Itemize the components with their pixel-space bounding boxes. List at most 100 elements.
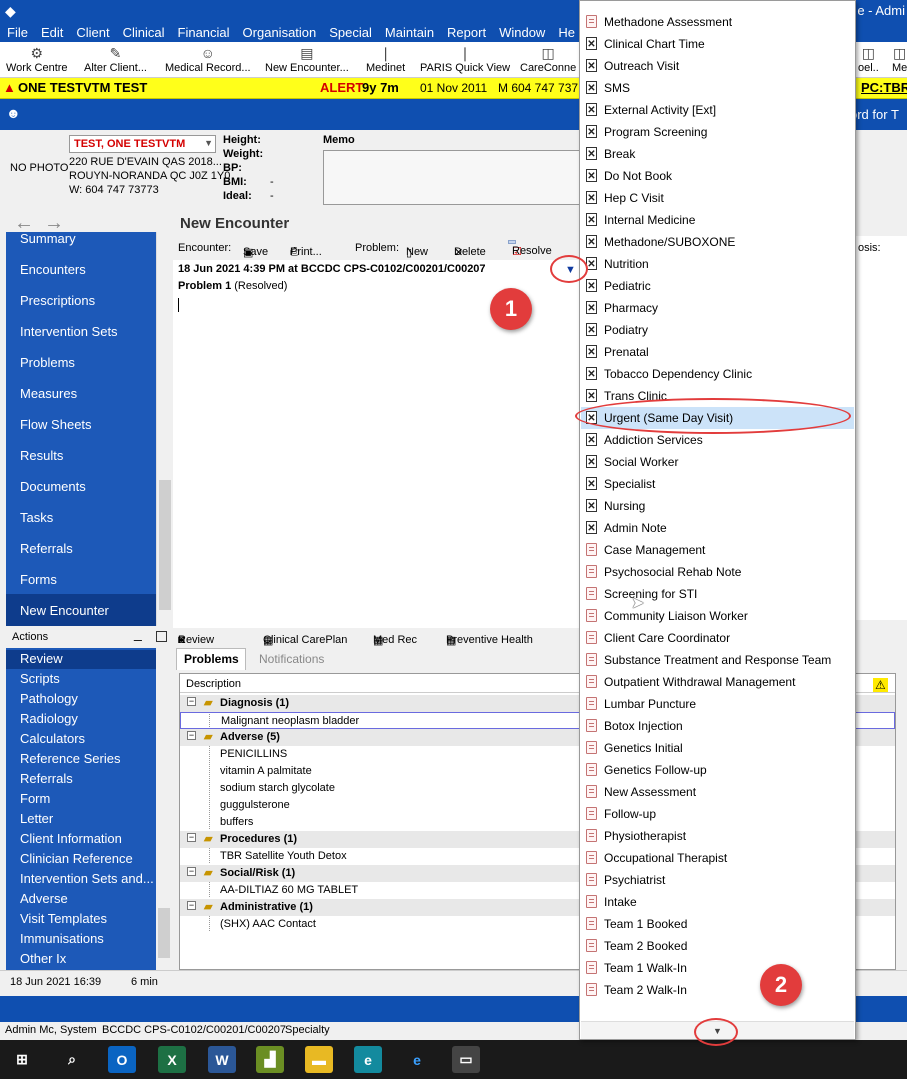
dropdown-item[interactable]: ✕ External Activity [Ext] [581,99,854,121]
menu-financial[interactable]: Financial [178,25,230,40]
action-calculators[interactable]: Calculators [20,731,85,746]
dropdown-item[interactable]: Genetics Initial [581,737,854,759]
dropdown-item[interactable]: ✕ Outreach Visit [581,55,854,77]
dropdown-item[interactable]: ✕ Prenatal [581,341,854,363]
patient-select[interactable]: TEST, ONE TESTVTM ▼ [69,135,216,153]
work-centre-button[interactable]: ⚙ Work Centre [6,44,68,74]
action-reference-series[interactable]: Reference Series [20,751,120,766]
alter-client-button[interactable]: ✎ Alter Client... [84,44,147,74]
dropdown-item[interactable]: ✕ Nursing [581,495,854,517]
medical-record-button[interactable]: ☺ Medical Record... [165,44,251,74]
dropdown-item[interactable]: Client Care Coordinator [581,627,854,649]
alert-label[interactable]: ALERT [320,80,363,95]
dropdown-item[interactable]: Psychiatrist [581,869,854,891]
menu-clinical[interactable]: Clinical [123,25,165,40]
dropdown-item[interactable]: ✕ Break [581,143,854,165]
sidebar-item-forms[interactable]: Forms [20,572,57,587]
dropdown-item[interactable]: Occupational Therapist [581,847,854,869]
tab-problems[interactable]: Problems [176,648,246,670]
word-icon[interactable]: W [208,1046,236,1073]
menu-edit[interactable]: Edit [41,25,63,40]
medinet-button[interactable]: ❘ Medinet [366,44,405,74]
menu-organisation[interactable]: Organisation [243,25,317,40]
sidebar-item-results[interactable]: Results [20,448,63,463]
dropdown-item[interactable]: Team 2 Booked [581,935,854,957]
memo-box[interactable] [323,150,585,205]
sidebar-scrollbar[interactable] [156,232,172,626]
sidebar-item-tasks[interactable]: Tasks [20,510,53,525]
scroll-thumb[interactable] [159,480,171,610]
dropdown-item[interactable]: ✕ Pharmacy [581,297,854,319]
minimize-icon[interactable]: _ [134,625,142,641]
menu-special[interactable]: Special [329,25,372,40]
action-adverse[interactable]: Adverse [20,891,68,906]
dropdown-item[interactable]: Substance Treatment and Response Team [581,649,854,671]
dropdown-item[interactable]: Case Management [581,539,854,561]
collapse-icon[interactable]: − [187,867,196,876]
scroll-thumb[interactable] [158,908,170,958]
action-intervention-sets[interactable]: Intervention Sets and... [20,871,154,886]
dropdown-item[interactable]: ✕ Tobacco Dependency Clinic [581,363,854,385]
tab-notifications[interactable]: Notifications [259,652,324,666]
action-other-ix[interactable]: Other Ix [20,951,66,966]
dropdown-item[interactable]: Lumbar Puncture [581,693,854,715]
dropdown-item[interactable]: Team 2 Walk-In [581,979,854,1001]
menu-report[interactable]: Report [447,25,486,40]
search-icon[interactable]: ⌕ [58,1046,86,1073]
dropdown-item[interactable]: Screening for STI [581,583,854,605]
file-explorer-icon[interactable]: ▬ [305,1046,333,1073]
excel-icon[interactable]: X [158,1046,186,1073]
dropdown-item[interactable]: ✕ Internal Medicine [581,209,854,231]
action-pathology[interactable]: Pathology [20,691,78,706]
sidebar-item-measures[interactable]: Measures [20,386,77,401]
dropdown-item[interactable]: Intake [581,891,854,913]
menu-maintain[interactable]: Maintain [385,25,434,40]
menu-file[interactable]: File [7,25,28,40]
action-visit-templates[interactable]: Visit Templates [20,911,107,926]
dropdown-item[interactable]: Community Liaison Worker [581,605,854,627]
sidebar-item-prescriptions[interactable]: Prescriptions [20,293,95,308]
dropdown-item[interactable]: ✕ Hep C Visit [581,187,854,209]
sidebar-item-intervention-sets[interactable]: Intervention Sets [20,324,118,339]
chart-app-icon[interactable]: ▟ [256,1046,284,1073]
action-form[interactable]: Form [20,791,50,806]
app-window-icon[interactable]: ▭ [452,1046,480,1073]
dropdown-item[interactable]: ✕ Social Worker [581,451,854,473]
dropdown-item[interactable]: ✕ Pediatric [581,275,854,297]
action-review[interactable]: Review [20,651,63,666]
action-radiology[interactable]: Radiology [20,711,78,726]
collapse-icon[interactable]: − [187,901,196,910]
action-immunisations[interactable]: Immunisations [20,931,104,946]
action-referrals[interactable]: Referrals [20,771,73,786]
dropdown-item[interactable]: Follow-up [581,803,854,825]
dropdown-item[interactable]: Physiotherapist [581,825,854,847]
toolbar-button-9[interactable]: ◫ Me [892,44,907,74]
dropdown-item[interactable]: Methadone Assessment [581,11,854,33]
menu-client[interactable]: Client [76,25,109,40]
dropdown-item[interactable]: ✕ Nutrition [581,253,854,275]
action-client-information[interactable]: Client Information [20,831,122,846]
sidebar-item-flow-sheets[interactable]: Flow Sheets [20,417,92,432]
dropdown-item[interactable]: ✕ Methadone/SUBOXONE [581,231,854,253]
internet-explorer-icon[interactable]: e [403,1046,431,1073]
dropdown-item[interactable]: ✕ Podiatry [581,319,854,341]
action-clinician-reference[interactable]: Clinician Reference [20,851,133,866]
dropdown-item[interactable]: Botox Injection [581,715,854,737]
action-letter[interactable]: Letter [20,811,53,826]
dropdown-item[interactable]: ✕ Admin Note [581,517,854,539]
maximize-icon[interactable] [156,631,167,642]
sidebar-item-documents[interactable]: Documents [20,479,86,494]
menu-window[interactable]: Window [499,25,545,40]
action-scripts[interactable]: Scripts [20,671,60,686]
toolbar-button-8[interactable]: ◫ oel.. [858,44,879,74]
dropdown-item[interactable]: ✕ Program Screening [581,121,854,143]
dropdown-item[interactable]: Genetics Follow-up [581,759,854,781]
resolve-button[interactable]: ☑ Resolve [508,240,552,258]
sidebar-item-new-encounter[interactable]: New Encounter [20,603,109,618]
care-connect-button[interactable]: ◫ CareConne [520,44,576,74]
new-encounter-button[interactable]: ▤ New Encounter... [265,44,349,74]
dropdown-item[interactable]: Team 1 Walk-In [581,957,854,979]
dropdown-item[interactable]: New Assessment [581,781,854,803]
collapse-icon[interactable]: − [187,697,196,706]
edge-icon[interactable]: e [354,1046,382,1073]
